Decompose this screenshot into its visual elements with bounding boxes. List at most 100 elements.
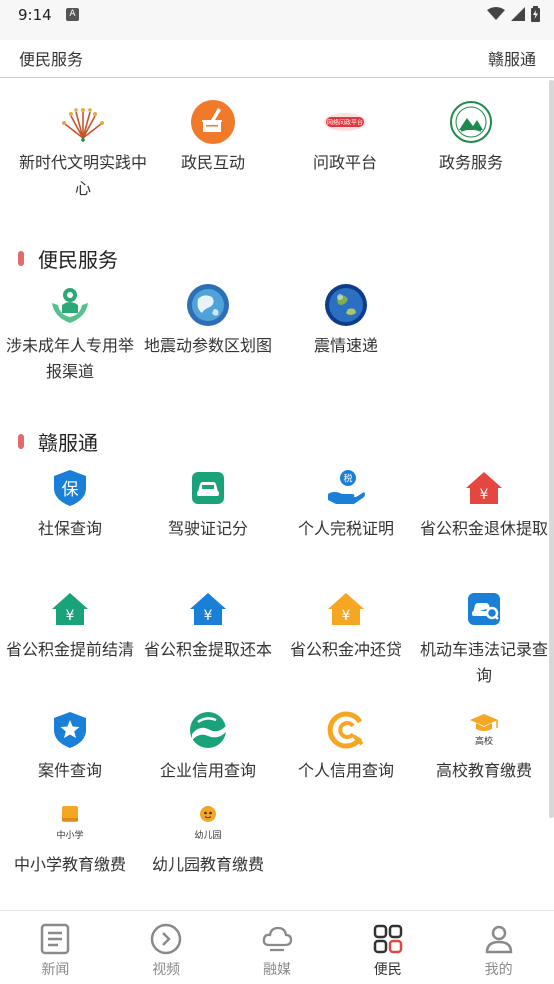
svg-text:幼儿园: 幼儿园 bbox=[194, 829, 221, 841]
grid-label: 政民互动 bbox=[180, 153, 245, 172]
grid-label: 地震动参数区划图 bbox=[143, 336, 272, 355]
status-bar: 9:14 A bbox=[0, 0, 554, 30]
wave-icon bbox=[190, 712, 226, 748]
grid-item-earthquake-map[interactable]: 地震动参数区划图 bbox=[139, 283, 277, 359]
grid-item-gaoxiao[interactable]: 高校 高校教育缴费 bbox=[415, 708, 553, 784]
status-time: 9:14 bbox=[18, 6, 52, 24]
grid-label: 省公积金提取还本 bbox=[143, 640, 272, 659]
grid-item-wanshui[interactable]: 税 个人完税证明 bbox=[277, 466, 415, 542]
tax-hand-icon: 税 bbox=[328, 470, 365, 504]
svg-text:税: 税 bbox=[343, 473, 352, 485]
earth-map-icon bbox=[187, 284, 229, 326]
signal-icon bbox=[511, 7, 525, 21]
nav-label: 我的 bbox=[484, 962, 513, 978]
section-title-bianmin: 便民服务 bbox=[18, 244, 118, 273]
credit-c-icon bbox=[327, 711, 364, 749]
grid-item-zhengmin[interactable]: 政民互动 bbox=[144, 100, 282, 176]
car-search-icon bbox=[468, 593, 500, 625]
grid-label: 案件查询 bbox=[37, 761, 102, 780]
play-icon bbox=[150, 923, 182, 955]
grid-label: 机动车违法记录查询 bbox=[419, 640, 548, 685]
sunburst-icon bbox=[62, 108, 104, 142]
grid-label: 政务服务 bbox=[438, 153, 503, 172]
nav-label: 视频 bbox=[152, 962, 181, 978]
grid-item-jiashizheng[interactable]: 驾驶证记分 bbox=[139, 466, 277, 542]
nav-item-news[interactable]: 新闻 bbox=[0, 911, 111, 984]
grid-item-wenzheng[interactable]: 网络问政平台 问政平台 bbox=[276, 100, 414, 176]
grid-label: 企业信用查询 bbox=[159, 761, 256, 780]
nav-label: 便民 bbox=[373, 962, 402, 978]
grid-label: 震情速递 bbox=[313, 336, 378, 355]
star-shield-icon bbox=[54, 712, 86, 748]
emblem-icon bbox=[450, 101, 492, 143]
status-icons bbox=[487, 6, 540, 22]
section-marker bbox=[18, 434, 24, 449]
grid-item-child-report[interactable]: 涉未成年人专用举报渠道 bbox=[1, 283, 139, 385]
grid-item-gjj-tiqian[interactable]: ¥ 省公积金提前结清 bbox=[1, 587, 139, 663]
header-tab-bianmin[interactable]: 便民服务 bbox=[19, 46, 83, 70]
grid-item-quake-news[interactable]: 震情速递 bbox=[277, 283, 415, 359]
cloud-icon bbox=[262, 926, 293, 952]
grid-item-anjian[interactable]: 案件查询 bbox=[1, 708, 139, 784]
top-band bbox=[0, 30, 554, 40]
person-icon bbox=[485, 925, 512, 954]
grid-item-gjj-chonghuandai[interactable]: ¥ 省公积金冲还贷 bbox=[277, 587, 415, 663]
grid-label: 新时代文明实践中心 bbox=[18, 153, 147, 198]
grid-item-geren-xinyong[interactable]: 个人信用查询 bbox=[277, 708, 415, 784]
header-tab-ganfutong[interactable]: 赣服通 bbox=[488, 46, 536, 70]
house-yen-icon: ¥ bbox=[466, 472, 502, 504]
car-icon bbox=[192, 472, 224, 504]
svg-text:¥: ¥ bbox=[342, 608, 351, 624]
house-yen-icon: ¥ bbox=[190, 593, 226, 625]
grid-item-jidongche[interactable]: 机动车违法记录查询 bbox=[415, 587, 553, 689]
section-title-ganfutong: 赣服通 bbox=[18, 427, 98, 456]
battery-icon bbox=[531, 6, 540, 22]
grid-item-wenming[interactable]: 新时代文明实践中心 bbox=[14, 100, 152, 202]
grid-item-gjj-tuixiu[interactable]: ¥ 省公积金退休提取 bbox=[415, 466, 553, 542]
grid-item-zhongxiaoxue[interactable]: 中小学 中小学教育缴费 bbox=[1, 802, 139, 878]
grid-label: 个人信用查询 bbox=[297, 761, 394, 780]
nav-label: 融媒 bbox=[262, 962, 291, 978]
grid-item-zhengwu[interactable]: 政务服务 bbox=[402, 100, 540, 176]
grid-label: 幼儿园教育缴费 bbox=[151, 855, 264, 874]
house-yen-icon: ¥ bbox=[52, 593, 88, 625]
graduation-cap-icon: 高校 bbox=[470, 714, 498, 747]
nav-item-rongmei[interactable]: 融媒 bbox=[222, 911, 333, 984]
news-icon bbox=[41, 923, 70, 955]
notification-icon: A bbox=[66, 8, 79, 21]
grid-item-youeryuan[interactable]: 幼儿园 幼儿园教育缴费 bbox=[139, 802, 277, 878]
social-security-icon: 保 bbox=[54, 470, 86, 506]
chat-icon bbox=[191, 100, 235, 144]
svg-text:保: 保 bbox=[62, 480, 79, 500]
svg-text:¥: ¥ bbox=[204, 608, 213, 624]
grid-label: 中小学教育缴费 bbox=[13, 855, 126, 874]
grid-label: 省公积金冲还贷 bbox=[289, 640, 402, 659]
grid-label: 个人完税证明 bbox=[297, 519, 394, 538]
nav-item-bianmin[interactable]: 便民 bbox=[332, 911, 443, 984]
grid-label: 社保查询 bbox=[37, 519, 102, 538]
svg-text:网络问政平台: 网络问政平台 bbox=[327, 119, 363, 127]
grid-label: 省公积金退休提取 bbox=[419, 519, 548, 538]
kindergarten-icon: 幼儿园 bbox=[194, 806, 222, 841]
section-title-text: 赣服通 bbox=[38, 431, 98, 455]
book-icon: 中小学 bbox=[56, 806, 84, 841]
grid-icon bbox=[373, 924, 403, 954]
grid-label: 涉未成年人专用举报渠道 bbox=[5, 336, 134, 381]
nav-item-video[interactable]: 视频 bbox=[111, 911, 222, 984]
nav-item-mine[interactable]: 我的 bbox=[443, 911, 554, 984]
section-title-text: 便民服务 bbox=[38, 248, 118, 272]
svg-text:¥: ¥ bbox=[66, 608, 75, 624]
grid-label: 省公积金提前结清 bbox=[5, 640, 134, 659]
svg-text:¥: ¥ bbox=[480, 487, 489, 503]
wifi-icon bbox=[487, 7, 505, 20]
grid-item-gjj-huanben[interactable]: ¥ 省公积金提取还本 bbox=[139, 587, 277, 663]
grid-label: 问政平台 bbox=[312, 153, 377, 172]
svg-text:中小学: 中小学 bbox=[56, 829, 83, 841]
nav-label: 新闻 bbox=[41, 962, 70, 978]
section-marker bbox=[18, 251, 24, 266]
svg-text:高校: 高校 bbox=[475, 735, 493, 747]
bottom-nav: 新闻 视频 融媒 便民 我的 bbox=[0, 910, 554, 984]
house-yen-icon: ¥ bbox=[328, 593, 364, 625]
grid-item-shebao[interactable]: 保 社保查询 bbox=[1, 466, 139, 542]
grid-item-qiye-xinyong[interactable]: 企业信用查询 bbox=[139, 708, 277, 784]
